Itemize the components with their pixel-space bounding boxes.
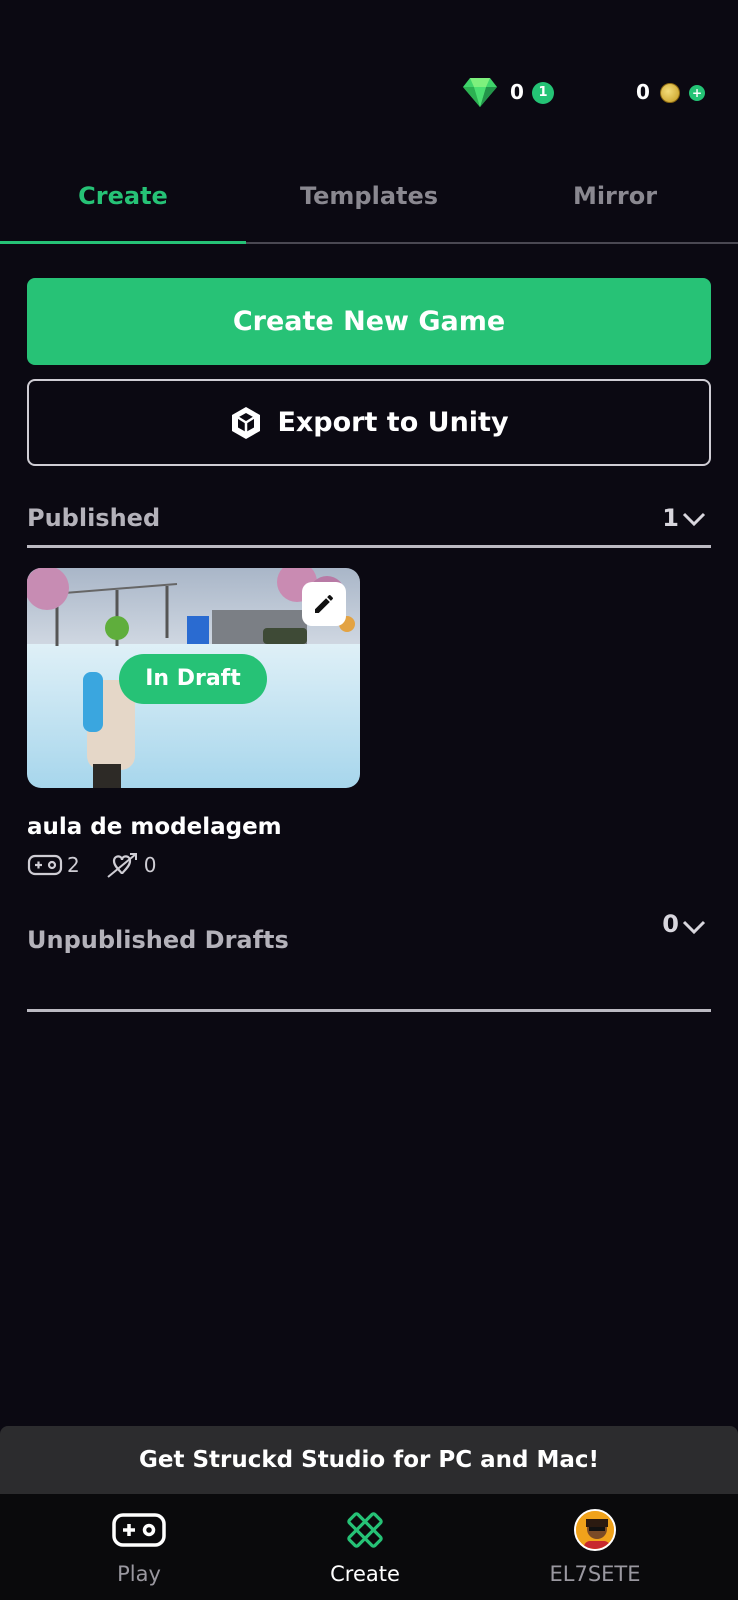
tab-mirror[interactable]: Mirror (492, 182, 738, 210)
play-count: 2 (67, 853, 80, 877)
nav-profile-label: EL7SETE (549, 1562, 641, 1586)
promo-banner[interactable]: Get Struckd Studio for PC and Mac! (0, 1426, 738, 1494)
game-stats: 2 0 (27, 850, 180, 880)
published-title: Published (27, 504, 161, 532)
gem-badge[interactable]: 1 (532, 82, 554, 104)
drafts-divider (27, 1009, 711, 1012)
gamepad-icon (27, 854, 63, 876)
chevron-down-icon[interactable] (681, 506, 707, 532)
nav-profile[interactable]: EL7SETE (472, 1494, 718, 1600)
gem-count: 0 (510, 80, 524, 104)
currency-bar: 0 1 0 + (0, 72, 738, 112)
drafts-title: Unpublished Drafts (27, 926, 289, 954)
nav-create-label: Create (330, 1562, 400, 1586)
published-count: 1 (662, 504, 679, 532)
create-new-game-button[interactable]: Create New Game (27, 278, 711, 365)
coin-icon (660, 83, 680, 103)
like-count: 0 (143, 853, 157, 877)
chevron-down-icon[interactable] (681, 914, 707, 940)
game-card-thumbnail[interactable]: In Draft (27, 568, 360, 788)
heart-arrow-icon (107, 853, 137, 878)
pencil-icon (315, 594, 334, 613)
coin-count: 0 (636, 80, 650, 104)
gamepad-icon (111, 1508, 167, 1552)
nav-play-label: Play (117, 1562, 161, 1586)
bottom-nav: Play Create EL7SETE (0, 1494, 738, 1600)
drafts-count: 0 (662, 910, 679, 938)
edit-game-button[interactable] (302, 582, 346, 626)
nav-play[interactable]: Play (16, 1494, 262, 1600)
gem-icon (462, 76, 498, 108)
status-badge: In Draft (119, 654, 267, 704)
export-to-unity-button[interactable]: Export to Unity (27, 379, 711, 466)
unity-icon (229, 406, 263, 440)
drafts-section-header[interactable]: Unpublished Drafts 0 (27, 910, 711, 970)
tab-templates[interactable]: Templates (246, 182, 492, 210)
pencil-ruler-icon (337, 1508, 393, 1552)
published-divider (27, 545, 711, 548)
export-label: Export to Unity (277, 407, 509, 438)
active-tab-indicator (0, 241, 246, 244)
add-coins-button[interactable]: + (689, 85, 705, 101)
game-title[interactable]: aula de modelagem (27, 814, 282, 840)
avatar (567, 1508, 623, 1552)
nav-create[interactable]: Create (242, 1494, 488, 1600)
tab-create[interactable]: Create (0, 182, 246, 210)
tab-bar: Create Templates Mirror (0, 168, 738, 244)
